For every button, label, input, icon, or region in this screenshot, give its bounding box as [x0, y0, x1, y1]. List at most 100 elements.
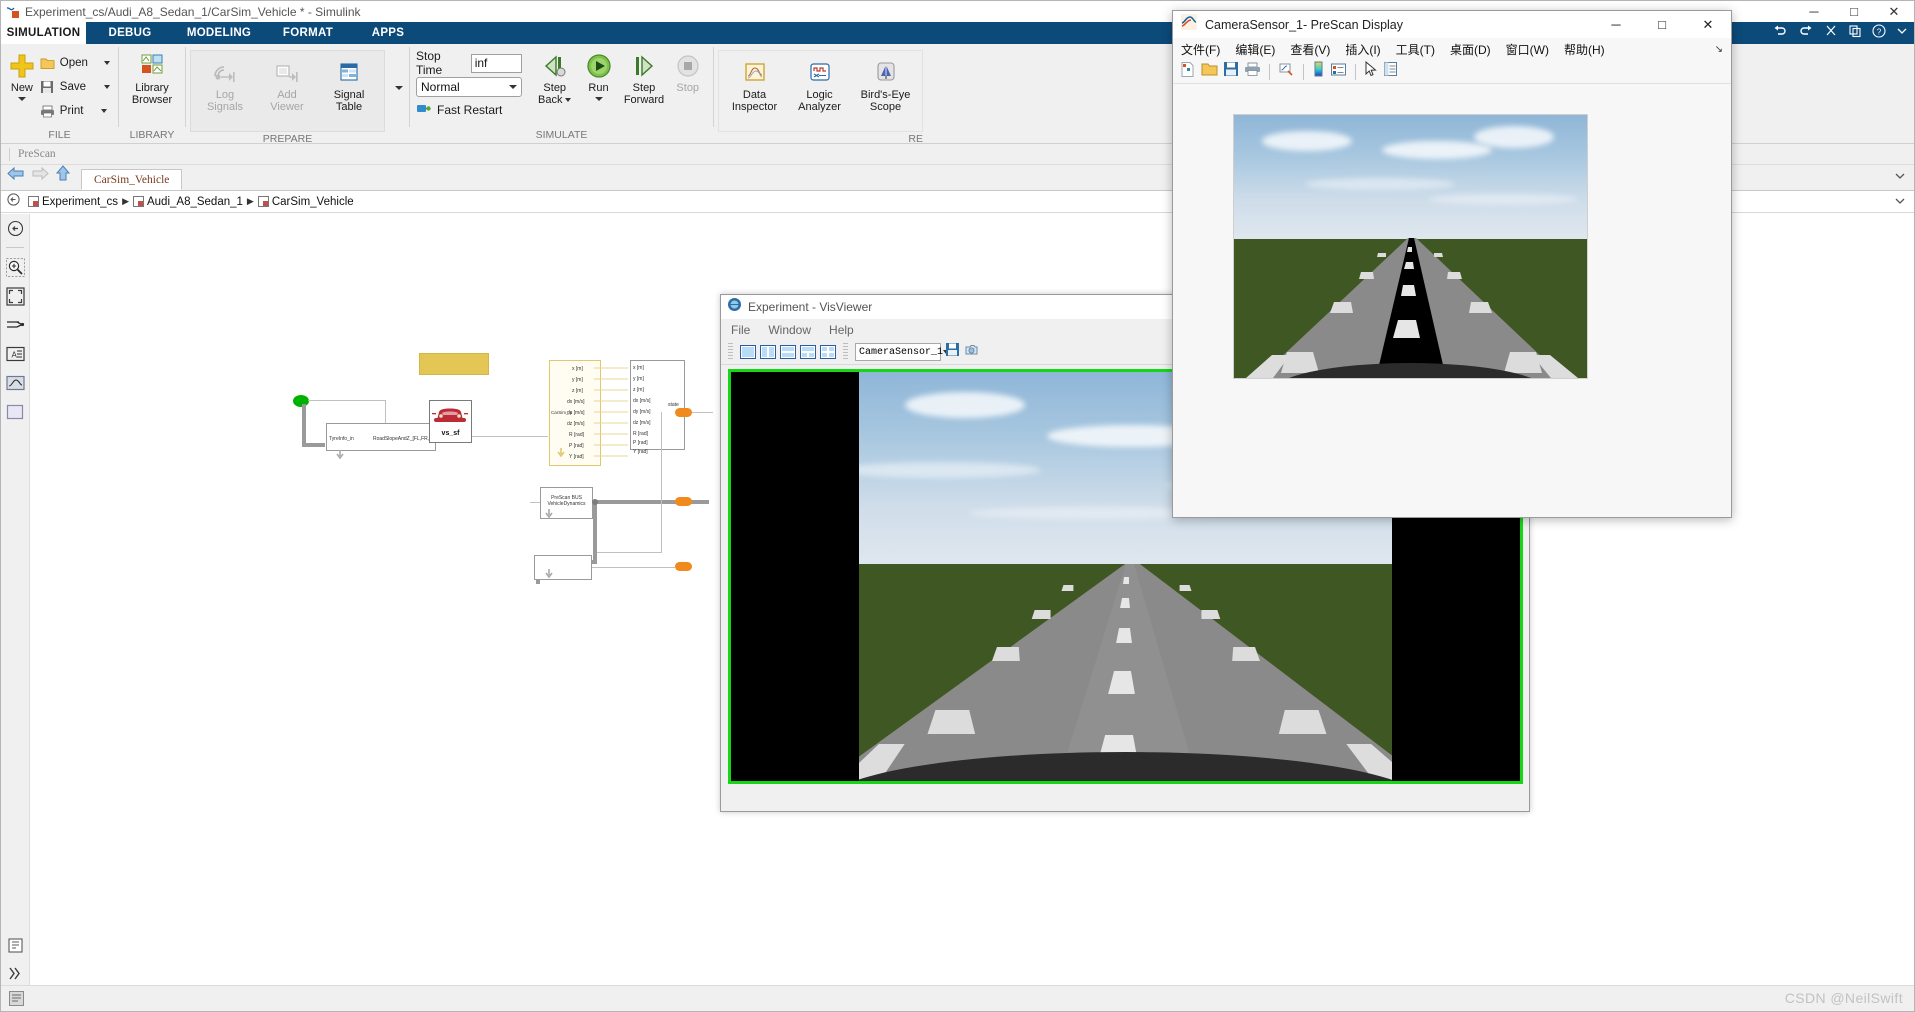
forward-arrow-icon[interactable]: [31, 166, 49, 186]
toolbar-grip[interactable]: [728, 343, 733, 361]
prescan-maximize-button[interactable]: □: [1639, 11, 1685, 38]
pointer-icon[interactable]: [1364, 60, 1378, 82]
colorbar-icon[interactable]: [1312, 61, 1325, 82]
redo-icon[interactable]: [1798, 24, 1814, 43]
new-figure-icon[interactable]: [1179, 61, 1196, 83]
signal-table-button[interactable]: Signal Table: [318, 55, 380, 113]
fit-to-view-icon[interactable]: [4, 286, 26, 306]
toolbar-grip[interactable]: [843, 343, 848, 361]
property-inspector-icon[interactable]: [1383, 61, 1398, 82]
back-arrow-icon[interactable]: [7, 166, 25, 186]
save-figure-icon[interactable]: [1223, 61, 1239, 82]
undo-icon[interactable]: [1772, 24, 1788, 43]
breadcrumb-home-icon[interactable]: [7, 192, 20, 211]
parameters-icon[interactable]: [5, 935, 27, 955]
output-port-2[interactable]: [675, 497, 692, 506]
open-dropdown-caret[interactable]: [103, 61, 110, 65]
new-button[interactable]: New: [7, 48, 37, 101]
step-back-caret[interactable]: [565, 98, 572, 102]
prescan-minimize-button[interactable]: ─: [1593, 11, 1639, 38]
step-back-button[interactable]: Step Back: [532, 48, 578, 106]
navbar-caret-icon[interactable]: [1894, 168, 1906, 186]
library-browser-button[interactable]: Library Browser: [125, 48, 179, 106]
model-tab-carsim-vehicle[interactable]: CarSim_Vehicle: [81, 169, 183, 190]
terminator-block[interactable]: [534, 555, 592, 580]
link-plot-icon[interactable]: [1278, 62, 1295, 82]
copy-icon[interactable]: [1848, 24, 1862, 43]
birds-eye-scope-button[interactable]: Bird's-Eye Scope: [852, 55, 919, 113]
sensor-selector[interactable]: CameraSensor_1: [855, 343, 950, 361]
tab-debug[interactable]: DEBUG: [86, 22, 174, 44]
save-dropdown-caret[interactable]: [104, 85, 110, 89]
print-figure-icon[interactable]: [1244, 62, 1261, 82]
save-button[interactable]: Save: [37, 75, 112, 99]
prescan-menu-file[interactable]: 文件(F): [1181, 41, 1220, 58]
prescan-menu-help[interactable]: 帮助(H): [1564, 41, 1605, 58]
breadcrumb-item-audi-a8-sedan-1[interactable]: Audi_A8_Sedan_1: [132, 196, 243, 208]
layout-two-rows-icon[interactable]: [780, 345, 796, 359]
prepare-overflow-caret[interactable]: [395, 86, 403, 90]
add-viewer-button[interactable]: Add Viewer: [256, 55, 318, 113]
data-inspector-button[interactable]: Data Inspector: [722, 55, 787, 113]
annotation-note[interactable]: [419, 353, 489, 375]
up-arrow-icon[interactable]: [55, 165, 71, 186]
camera-icon[interactable]: [964, 342, 979, 362]
ribbon-collapse-icon[interactable]: [1896, 24, 1908, 42]
prepare-overflow[interactable]: [389, 44, 409, 144]
run-button[interactable]: Run: [578, 48, 620, 101]
cut-icon[interactable]: [1824, 24, 1838, 43]
zoom-in-icon[interactable]: [4, 257, 26, 277]
output-port-1[interactable]: [675, 408, 692, 417]
status-model-browser-icon[interactable]: [5, 989, 27, 1009]
prescan-menu-view[interactable]: 查看(V): [1290, 41, 1330, 58]
layout-quad-icon[interactable]: [820, 345, 836, 359]
open-button[interactable]: Open: [37, 51, 112, 75]
carsim-vehicle-block[interactable]: vs_sf: [429, 400, 472, 443]
open-file-icon[interactable]: [1201, 62, 1218, 82]
signal-routing-icon[interactable]: [4, 315, 26, 335]
prescan-camera-view[interactable]: [1233, 114, 1588, 379]
stop-button[interactable]: Stop: [669, 48, 708, 94]
simulink-maximize-button[interactable]: □: [1834, 1, 1874, 22]
breadcrumb-expand-caret[interactable]: [1894, 193, 1906, 211]
layout-two-columns-icon[interactable]: [760, 345, 776, 359]
visviewer-menu-file[interactable]: File: [731, 323, 750, 337]
prescan-menu-desktop[interactable]: 桌面(D): [1450, 41, 1491, 58]
annotation-icon[interactable]: A: [4, 344, 26, 364]
run-dropdown-caret[interactable]: [594, 97, 603, 101]
stop-time-input[interactable]: inf: [470, 53, 522, 73]
prescan-menu-expander[interactable]: ↘: [1715, 44, 1723, 55]
log-signals-button[interactable]: Log Signals: [194, 55, 256, 113]
blank-block-icon[interactable]: [4, 402, 26, 422]
simulink-minimize-button[interactable]: ─: [1794, 1, 1834, 22]
prescan-menu-edit[interactable]: 编辑(E): [1235, 41, 1275, 58]
simulink-close-button[interactable]: ✕: [1874, 1, 1914, 22]
tab-modeling[interactable]: MODELING: [174, 22, 264, 44]
tab-simulation[interactable]: SIMULATION: [1, 22, 86, 44]
new-dropdown-caret[interactable]: [17, 97, 26, 101]
step-forward-button[interactable]: Step Forward: [620, 48, 669, 106]
tab-apps[interactable]: APPS: [352, 22, 424, 44]
prescan-close-button[interactable]: ✕: [1685, 11, 1731, 38]
visviewer-menu-window[interactable]: Window: [768, 323, 811, 337]
save-icon[interactable]: [945, 342, 960, 362]
fast-restart-button[interactable]: Fast Restart: [416, 99, 522, 121]
logic-analyzer-button[interactable]: Logic Analyzer: [787, 55, 852, 113]
expand-panel-icon[interactable]: [5, 963, 27, 983]
back-icon[interactable]: [4, 218, 26, 238]
legend-icon[interactable]: [1330, 62, 1347, 82]
breadcrumb-item-carsim-vehicle[interactable]: CarSim_Vehicle: [257, 196, 354, 208]
output-port-3[interactable]: [675, 562, 692, 571]
print-dropdown-caret[interactable]: [101, 109, 108, 113]
tab-format[interactable]: FORMAT: [264, 22, 352, 44]
simulation-mode-select[interactable]: Normal: [416, 77, 522, 97]
layout-single-icon[interactable]: [740, 345, 756, 359]
prescan-menu-insert[interactable]: 插入(I): [1345, 41, 1380, 58]
prescan-menu-window[interactable]: 窗口(W): [1506, 41, 1549, 58]
print-button[interactable]: Print: [37, 99, 112, 123]
help-icon[interactable]: ?: [1872, 23, 1886, 43]
scope-icon[interactable]: [4, 373, 26, 393]
layout-three-icon[interactable]: [800, 345, 816, 359]
prescan-menu-tools[interactable]: 工具(T): [1396, 41, 1435, 58]
breadcrumb-item-experiment-cs[interactable]: Experiment_cs: [28, 196, 118, 208]
